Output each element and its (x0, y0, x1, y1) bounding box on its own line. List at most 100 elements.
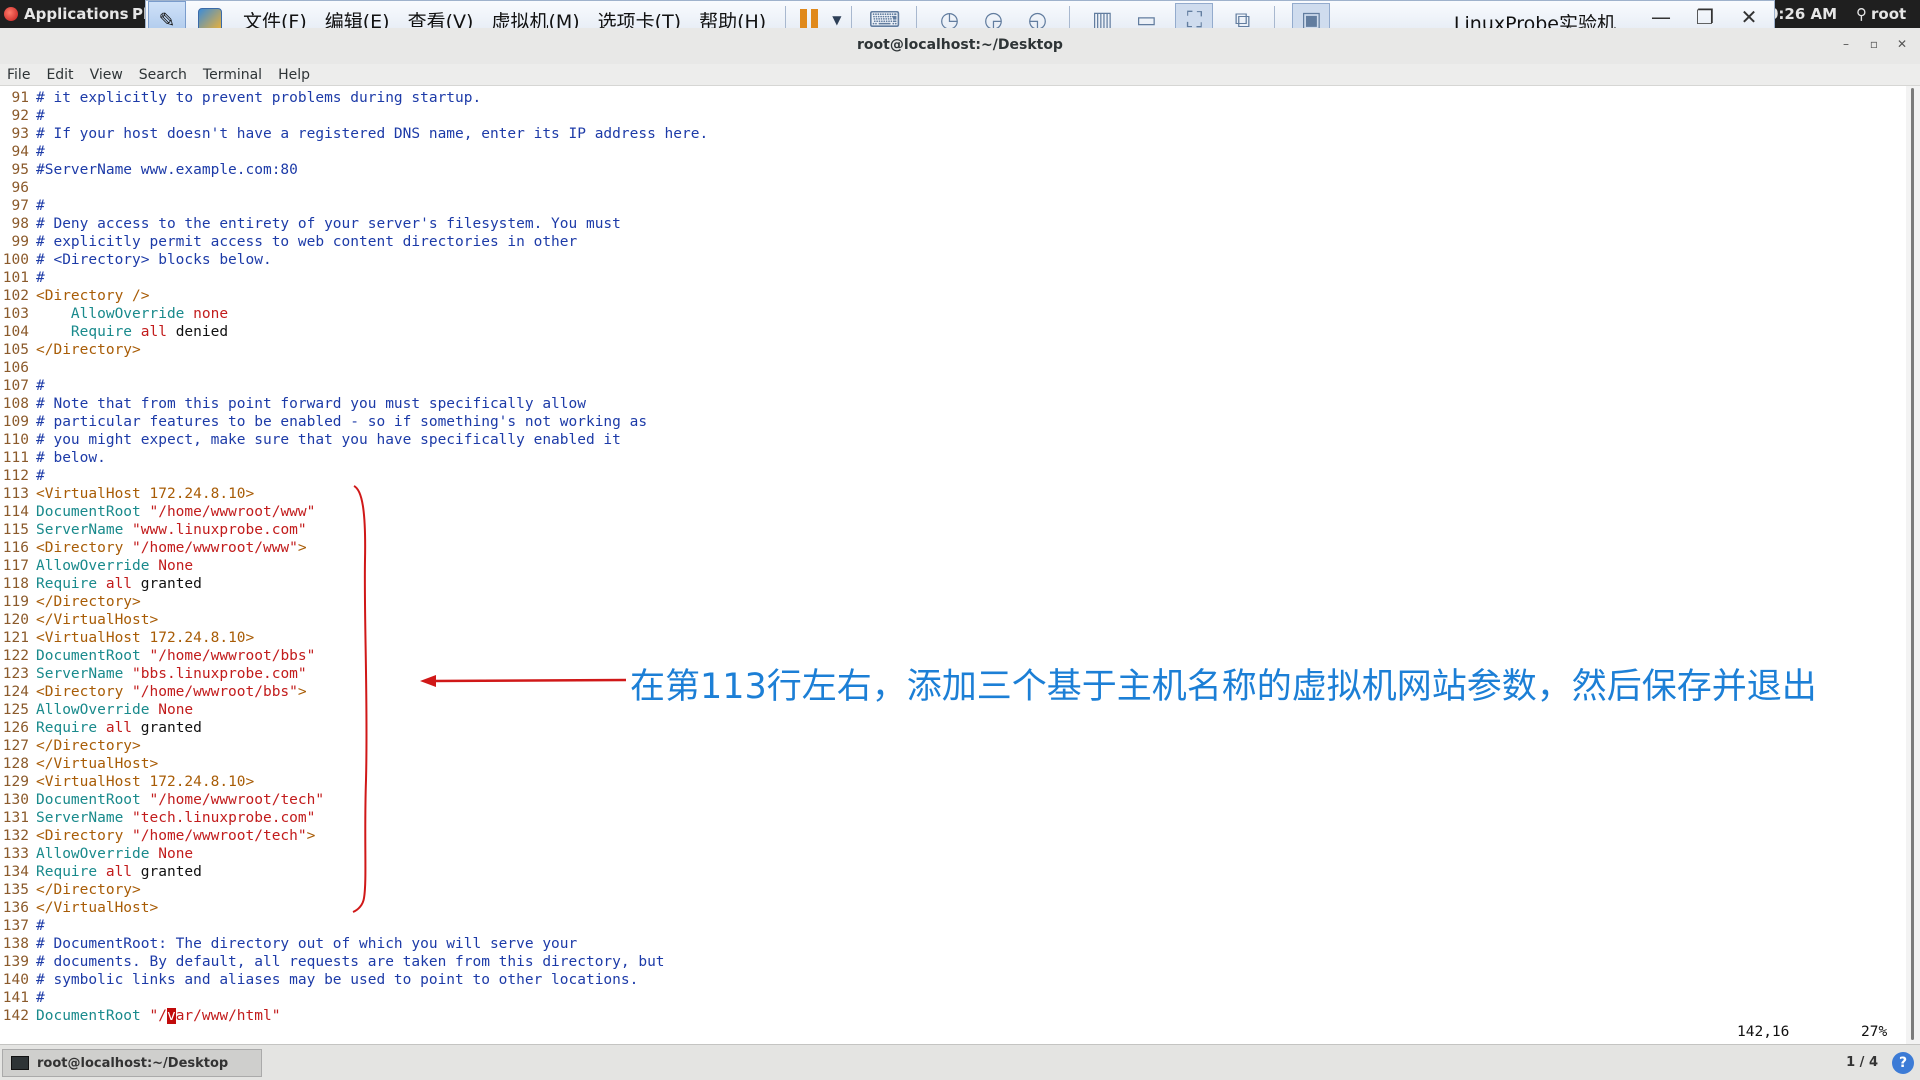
code-line[interactable]: 117 AllowOverride None (0, 557, 193, 575)
workspace-indicator[interactable]: 1 / 4 (1846, 1055, 1878, 1070)
code-line[interactable]: 91 # it explicitly to prevent problems du… (0, 89, 482, 107)
user-name: root (1871, 5, 1907, 23)
code-line[interactable]: 108 # Note that from this point forward y… (0, 395, 586, 413)
code-line[interactable]: 128 </VirtualHost> (0, 755, 158, 773)
editor-scrollbar[interactable] (1906, 86, 1920, 1044)
code-line[interactable]: 132 <Directory "/home/wwwroot/tech"> (0, 827, 316, 845)
code-line[interactable]: 123 ServerName "bbs.linuxprobe.com" (0, 665, 307, 683)
code-line[interactable]: 136 </VirtualHost> (0, 899, 158, 917)
line-number: 92 (11, 108, 29, 124)
line-text: # Note that from this point forward you … (36, 396, 586, 412)
code-line[interactable]: 122 DocumentRoot "/home/wwwroot/bbs" (0, 647, 316, 665)
code-line[interactable]: 114 DocumentRoot "/home/wwwroot/www" (0, 503, 316, 521)
annotation-bracket (352, 485, 368, 913)
terminal-icon (11, 1056, 29, 1070)
code-line[interactable]: 95 #ServerName www.example.com:80 (0, 161, 298, 179)
line-number: 107 (2, 378, 29, 394)
code-line[interactable]: 130 DocumentRoot "/home/wwwroot/tech" (0, 791, 324, 809)
code-line[interactable]: 120 </VirtualHost> (0, 611, 158, 629)
code-line[interactable]: 98 # Deny access to the entirety of your … (0, 215, 621, 233)
code-line[interactable]: 100 # <Directory> blocks below. (0, 251, 272, 269)
code-line[interactable]: 105 </Directory> (0, 341, 141, 359)
minimize-icon[interactable]: – (1834, 34, 1858, 54)
code-line[interactable]: 113 <VirtualHost 172.24.8.10> (0, 485, 254, 503)
close-icon[interactable]: ✕ (1734, 5, 1764, 29)
code-line[interactable]: 127 </Directory> (0, 737, 141, 755)
code-line[interactable]: 104 Require all denied (0, 323, 228, 341)
code-line[interactable]: 101 # (0, 269, 45, 287)
line-number: 120 (2, 612, 29, 628)
code-line[interactable]: 102 <Directory /> (0, 287, 150, 305)
vim-editor[interactable]: 91 # it explicitly to prevent problems du… (0, 86, 1906, 1044)
line-text: AllowOverride None (36, 846, 194, 862)
code-line[interactable]: 109 # particular features to be enabled -… (0, 413, 647, 431)
user-menu[interactable]: ⚲ root (1856, 5, 1906, 23)
code-line[interactable]: 112 # (0, 467, 45, 485)
menu-file[interactable]: File (0, 67, 38, 83)
code-line[interactable]: 103 AllowOverride none (0, 305, 228, 323)
code-line[interactable]: 131 ServerName "tech.linuxprobe.com" (0, 809, 316, 827)
taskbar-terminal-item[interactable]: root@localhost:~/Desktop (2, 1049, 262, 1077)
code-line[interactable]: 94 # (0, 143, 45, 161)
line-text: # (36, 198, 45, 214)
minimize-icon[interactable]: — (1646, 5, 1676, 29)
close-icon[interactable]: ✕ (1890, 34, 1914, 54)
code-line[interactable]: 111 # below. (0, 449, 106, 467)
help-icon[interactable]: ? (1892, 1052, 1914, 1074)
line-text: <VirtualHost 172.24.8.10> (36, 630, 255, 646)
line-text: <Directory /> (36, 288, 150, 304)
code-line[interactable]: 133 AllowOverride None (0, 845, 193, 863)
code-line[interactable]: 124 <Directory "/home/wwwroot/bbs"> (0, 683, 307, 701)
restore-icon[interactable]: ❐ (1690, 5, 1720, 29)
code-line[interactable]: 96 (0, 179, 36, 197)
line-number: 119 (2, 594, 29, 610)
menu-edit[interactable]: Edit (38, 67, 81, 83)
applications-menu[interactable]: Applications (4, 5, 129, 23)
menu-search[interactable]: Search (131, 67, 195, 83)
menu-terminal[interactable]: Terminal (195, 67, 270, 83)
line-text: # Deny access to the entirety of your se… (36, 216, 621, 232)
line-text: # DocumentRoot: The directory out of whi… (36, 936, 578, 952)
line-number: 122 (2, 648, 29, 664)
maximize-icon[interactable]: ▫ (1862, 34, 1886, 54)
code-line[interactable]: 107 # (0, 377, 45, 395)
code-line[interactable]: 140 # symbolic links and aliases may be u… (0, 971, 639, 989)
line-text: # (36, 270, 45, 286)
line-text: ServerName "bbs.linuxprobe.com" (36, 666, 307, 682)
code-line[interactable]: 142 DocumentRoot "/var/www/html" (0, 1007, 280, 1025)
code-line[interactable]: 116 <Directory "/home/wwwroot/www"> (0, 539, 307, 557)
code-line[interactable]: 121 <VirtualHost 172.24.8.10> (0, 629, 254, 647)
code-line[interactable]: 125 AllowOverride None (0, 701, 193, 719)
line-text: ServerName "tech.linuxprobe.com" (36, 810, 316, 826)
clock[interactable]: 0:26 AM (1768, 5, 1837, 23)
code-line[interactable]: 138 # DocumentRoot: The directory out of … (0, 935, 577, 953)
line-text: # it explicitly to prevent problems duri… (36, 90, 482, 106)
code-line[interactable]: 137 # (0, 917, 45, 935)
code-line[interactable]: 115 ServerName "www.linuxprobe.com" (0, 521, 307, 539)
code-line[interactable]: 118 Require all granted (0, 575, 202, 593)
menu-view[interactable]: View (82, 67, 131, 83)
code-line[interactable]: 134 Require all granted (0, 863, 202, 881)
code-line[interactable]: 92 # (0, 107, 45, 125)
line-number: 130 (2, 792, 29, 808)
line-number: 97 (11, 198, 29, 214)
scrollbar-thumb[interactable] (1911, 88, 1914, 1040)
code-line[interactable]: 93 # If your host doesn't have a register… (0, 125, 709, 143)
code-line[interactable]: 99 # explicitly permit access to web cont… (0, 233, 578, 251)
code-line[interactable]: 119 </Directory> (0, 593, 141, 611)
code-line[interactable]: 126 Require all granted (0, 719, 202, 737)
line-text: ServerName "www.linuxprobe.com" (36, 522, 307, 538)
code-line[interactable]: 97 # (0, 197, 45, 215)
line-text: DocumentRoot "/home/wwwroot/www" (36, 504, 316, 520)
code-line[interactable]: 141 # (0, 989, 45, 1007)
code-line[interactable]: 139 # documents. By default, all requests… (0, 953, 665, 971)
menu-help[interactable]: Help (270, 67, 318, 83)
code-line[interactable]: 129 <VirtualHost 172.24.8.10> (0, 773, 254, 791)
code-line[interactable]: 110 # you might expect, make sure that yo… (0, 431, 621, 449)
code-line[interactable]: 135 </Directory> (0, 881, 141, 899)
line-text: Require all granted (36, 576, 202, 592)
line-number: 100 (2, 252, 29, 268)
code-line[interactable]: 106 (0, 359, 36, 377)
applications-label: Applications (24, 5, 129, 23)
power-dropdown-icon[interactable]: ▼ (832, 13, 841, 27)
